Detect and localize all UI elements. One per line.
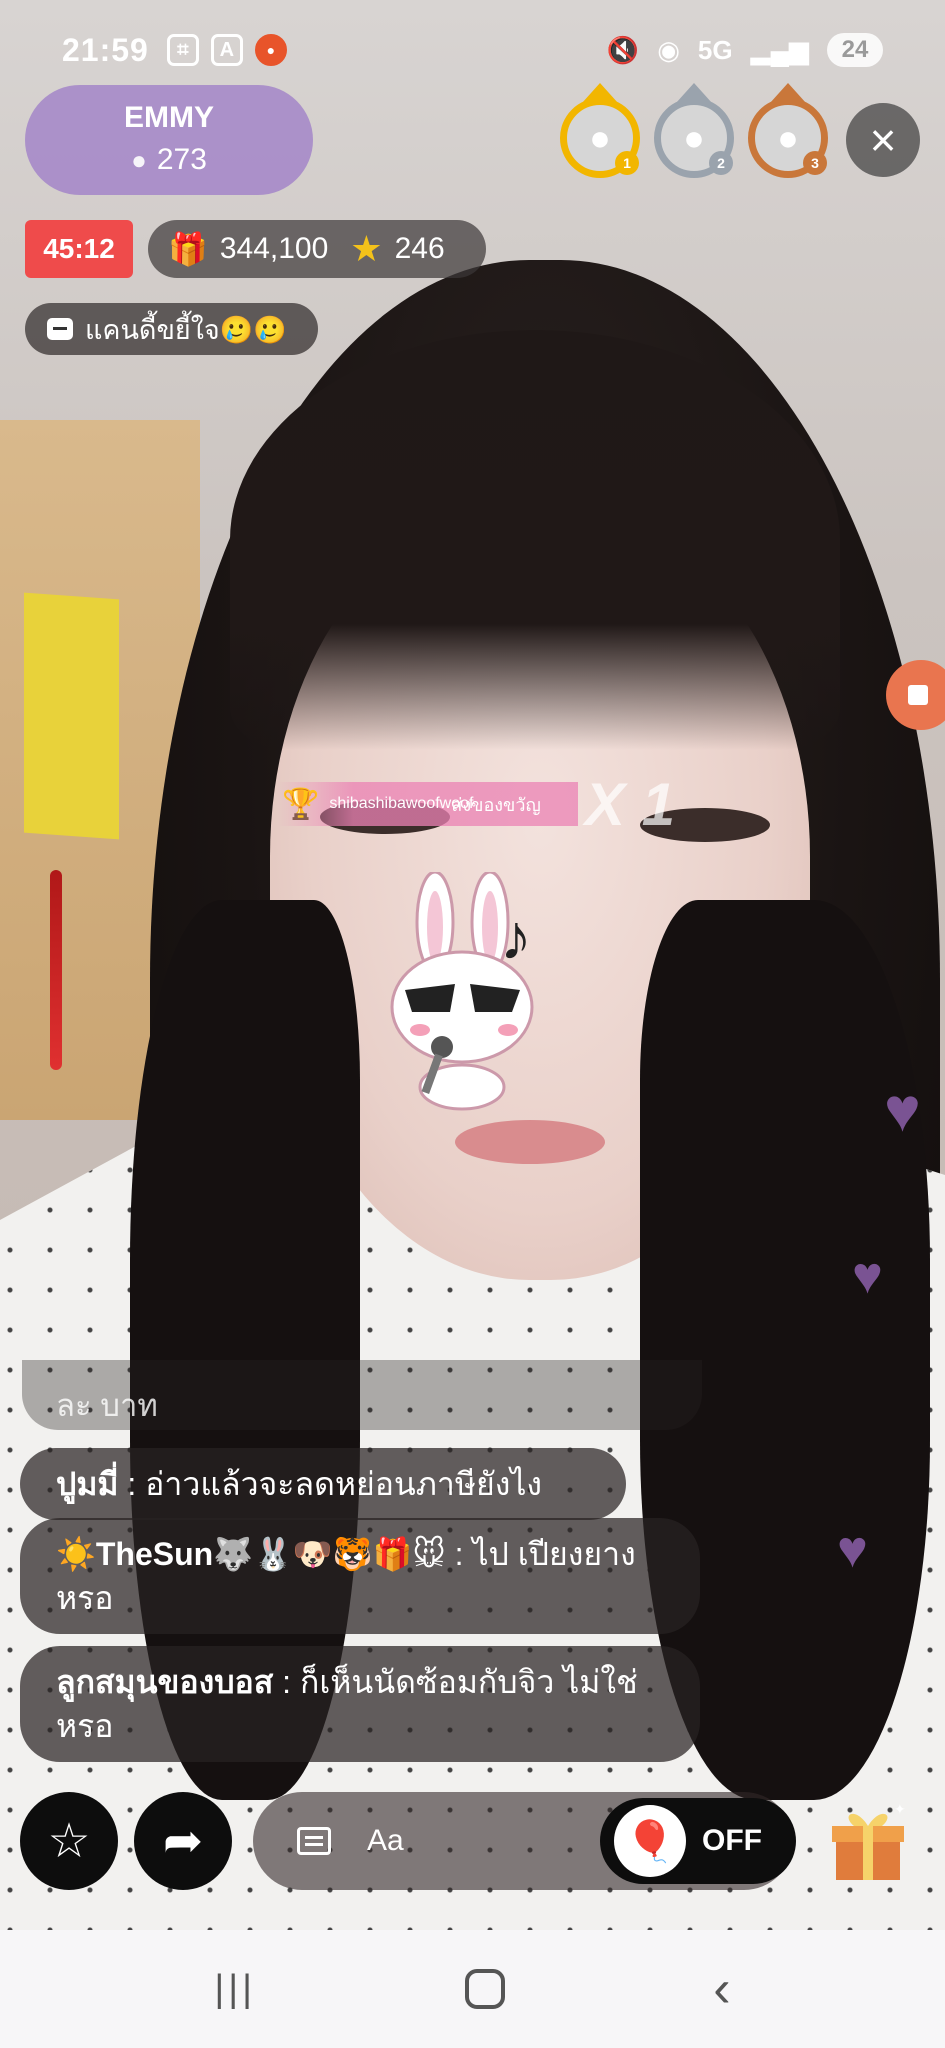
heart-icon: ♥ [884,1076,921,1145]
trophy-icon: 🏆 [282,787,320,821]
streamer-lips [455,1120,605,1164]
stream-timer: 45:12 [25,220,133,278]
chat-username: ปูมมี่ [56,1466,119,1502]
avatar-icon: ● [589,117,611,158]
balloon-toggle-state: OFF [702,1824,762,1857]
top-viewer-3[interactable]: ● 3 [748,83,828,178]
background-poster [24,592,119,840]
close-button[interactable]: × [846,103,920,177]
heart-icon: ♥ [837,1521,868,1579]
viewer-count-value: 273 [156,143,207,176]
gift-multiplier: X 1 [585,771,676,838]
chat-username: ลูกสมุนของบอส [56,1664,274,1700]
home-button[interactable] [464,1969,505,2009]
chat-message-faded: ละ บาท [22,1360,702,1430]
host-profile-card[interactable]: EMMY ● 273 [25,85,313,195]
background-tassel [50,870,62,1070]
person-icon: ● [131,144,147,175]
chat-bubble-icon [47,318,73,340]
favorite-button[interactable]: ☆ [20,1792,118,1890]
top-viewer-2[interactable]: ● 2 [654,83,734,178]
status-time: 21:59 [62,31,149,68]
side-tab-icon [908,685,928,705]
share-button[interactable]: ➦ [134,1792,232,1890]
gift-icon: 🎁 [168,231,208,267]
star-total: 246 [394,232,445,265]
star-icon: ★ [350,228,383,269]
rank-badge: 2 [709,151,733,175]
stream-stats[interactable]: 🎁 344,100 ★ 246 [148,220,486,278]
battery-indicator: 24 [827,33,883,67]
gift-notification-banner: 🏆 shibashibawoofwoof ส่งของขวัญ [278,782,578,826]
chat-separator: : [273,1664,300,1700]
chat-separator: : [118,1466,146,1502]
chat-message[interactable]: ปูมมี่ : อ่าวแล้วจะลดหย่อนภาษียังไง [20,1448,626,1520]
status-system-icons: 🔇 ◉ 5G ▂▄▆ 24 [607,33,883,67]
hotspot-icon: ◉ [657,34,680,65]
share-arrow-icon: ➦ [162,1815,204,1868]
crown-icon [582,83,618,103]
avatar-icon: ● [683,117,705,158]
chat-text: อ่าวแล้วจะลดหย่อนภาษียังไง [145,1466,543,1502]
balloon-toggle[interactable]: 🎈 OFF [600,1798,796,1884]
star-outline-icon: ☆ [47,1815,91,1868]
accessibility-icon: A [210,34,243,66]
avatar-icon: ● [777,117,799,158]
gift-total: 344,100 [219,232,329,265]
crown-icon [770,83,806,103]
mute-icon: 🔇 [606,34,640,65]
chat-message[interactable]: ☀️TheSun🐺🐰🐶🐯🎁🐭 : ไป เปียงยาง หรอ [20,1518,700,1634]
host-viewer-count: ● 273 [25,143,313,177]
rank-badge: 3 [803,151,827,175]
back-button[interactable]: ‹ [713,1959,730,2019]
status-notification-icons: ⌗ A ● [166,34,287,66]
rank-badge: 1 [615,151,639,175]
chat-input-placeholder: Aa [367,1824,404,1857]
announcement-text: แคนดี้ขยี้ใจ🥲🥲 [85,314,287,345]
host-name: EMMY [124,101,214,134]
chat-message[interactable]: ลูกสมุนของบอส : ก็เห็นนัดซ้อมกับจิว ไม่ใ… [20,1646,700,1762]
chat-username: ☀️TheSun🐺🐰🐶🐯🎁🐭 [56,1536,446,1572]
screen-record-icon: ● [254,34,287,66]
hot-air-balloon-icon: 🎈 [614,1805,686,1877]
signal-icon: ▂▄▆ [750,34,809,65]
top-viewer-1[interactable]: ● 1 [560,83,640,178]
heart-icon: ♥ [852,1247,883,1305]
top-viewers-list: ● 1 ● 2 ● 3 [560,83,828,178]
gift-button[interactable]: ✦ [826,1800,910,1884]
recents-button[interactable]: ||| [214,1968,256,2011]
close-icon: × [869,114,897,166]
screenshot-icon: ⌗ [166,34,199,66]
comment-icon [297,1827,331,1855]
chat-separator: : [445,1536,473,1572]
system-navigation-bar: ||| ‹ [0,1930,945,2048]
streamer-bangs [230,330,840,750]
gift-sender: shibashibawoofwoof [329,795,474,812]
gift-action: ส่งของขวัญ [451,794,541,815]
network-label: 5G [697,34,733,65]
svg-text:✦: ✦ [894,1801,906,1817]
announcement-pill[interactable]: แคนดี้ขยี้ใจ🥲🥲 [25,303,318,355]
music-note-icon: ♪ [500,901,532,973]
crown-icon [676,83,712,103]
